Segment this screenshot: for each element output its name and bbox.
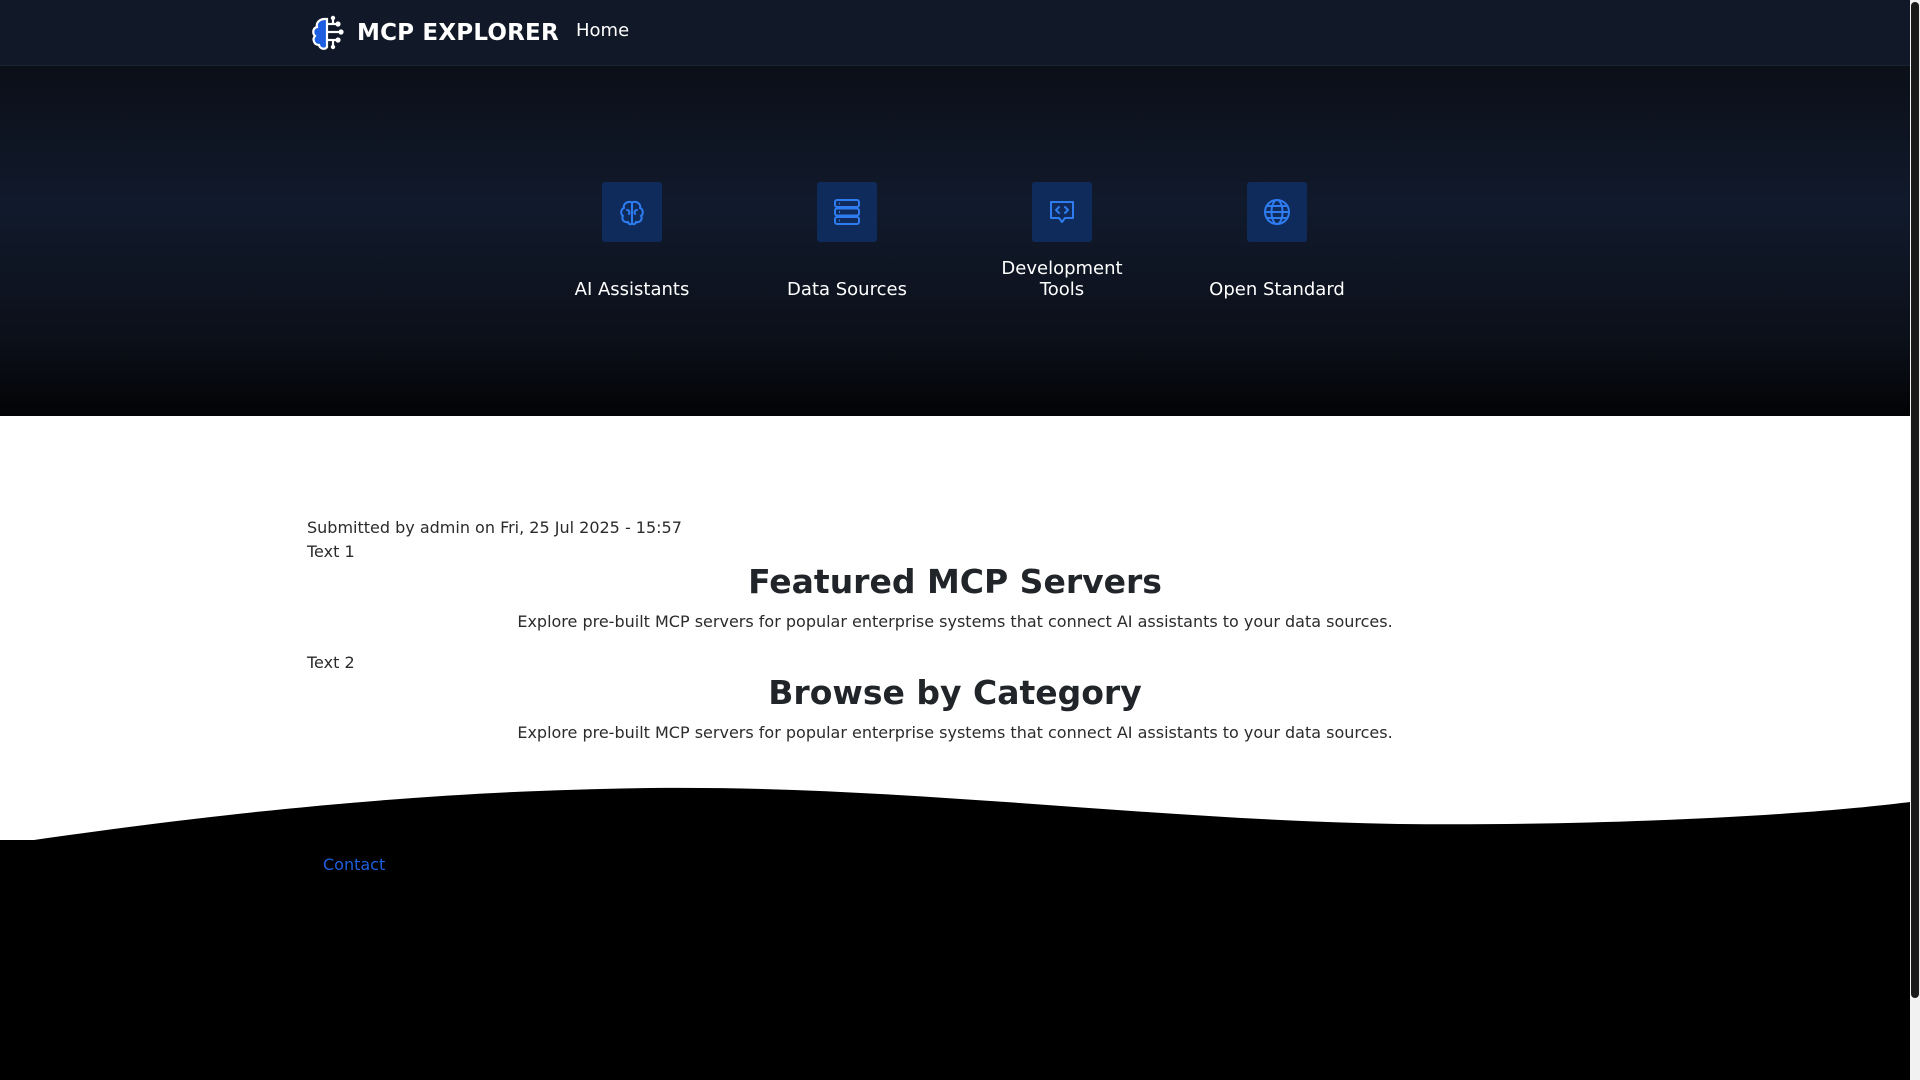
- brand-link[interactable]: MCP EXPLORER: [307, 13, 559, 53]
- section-tag: Text 2: [307, 653, 355, 672]
- section-description: Explore pre-built MCP servers for popula…: [517, 723, 1393, 742]
- code-message-icon: [1050, 201, 1074, 223]
- feature-icon-box: [602, 182, 662, 242]
- nav-home-link[interactable]: Home: [576, 20, 629, 41]
- footer-contact-link[interactable]: Contact: [323, 855, 385, 874]
- brand-name: MCP EXPLORER: [357, 20, 559, 46]
- section-title: Browse by Category: [768, 673, 1142, 712]
- section-tag: Text 1: [307, 542, 355, 561]
- footer: Contact: [0, 840, 1910, 1080]
- scrollbar-thumb[interactable]: [1911, 2, 1919, 998]
- feature-data-sources[interactable]: Data Sources: [767, 182, 927, 300]
- feature-icon-box: [1247, 182, 1307, 242]
- feature-icon-box: [817, 182, 877, 242]
- section-title: Featured MCP Servers: [748, 562, 1162, 601]
- submitted-meta: Submitted by admin on Fri, 25 Jul 2025 -…: [307, 518, 682, 537]
- brain-icon: [620, 200, 644, 226]
- top-navbar: MCP EXPLORER Home: [0, 0, 1910, 66]
- feature-development-tools[interactable]: Development Tools: [982, 182, 1142, 300]
- feature-label-line2: Tools: [1039, 279, 1085, 300]
- feature-label: Data Sources: [787, 279, 907, 300]
- feature-label: Open Standard: [1209, 279, 1345, 300]
- feature-icon-box: [1032, 182, 1092, 242]
- hero-banner: AI Assistants Data Sources Development T…: [0, 66, 1910, 416]
- feature-label: Development: [1001, 258, 1123, 279]
- brain-circuit-logo-icon: [312, 15, 344, 50]
- section-description: Explore pre-built MCP servers for popula…: [517, 612, 1393, 631]
- globe-icon: [1264, 199, 1290, 225]
- feature-ai-assistants[interactable]: AI Assistants: [552, 182, 712, 300]
- page-scrollbar[interactable]: [1910, 0, 1920, 1080]
- feature-label: AI Assistants: [574, 279, 690, 300]
- feature-open-standard[interactable]: Open Standard: [1197, 182, 1357, 300]
- database-icon: [834, 199, 860, 225]
